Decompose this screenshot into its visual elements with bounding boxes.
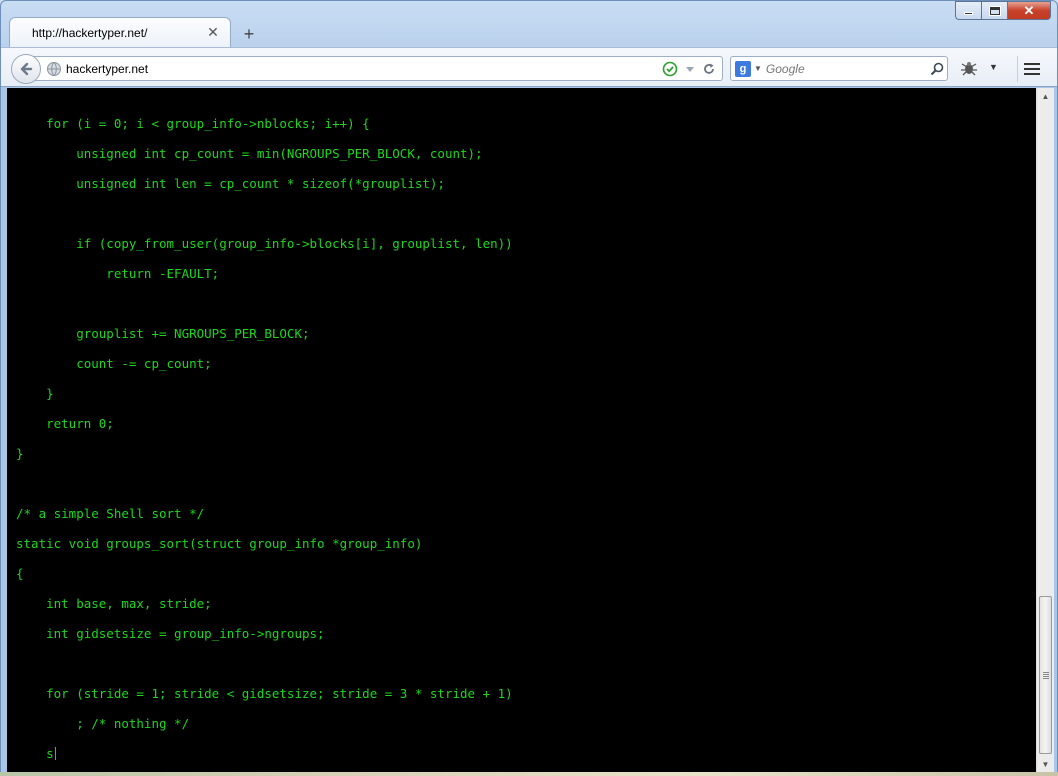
maximize-button[interactable] <box>981 1 1007 20</box>
addon-bug-icon[interactable] <box>959 60 979 76</box>
url-text: hackertyper.net <box>66 61 149 76</box>
hamburger-menu-button[interactable] <box>1017 56 1045 82</box>
code-line: /* a simple Shell sort */ <box>16 501 1036 531</box>
google-icon[interactable]: g <box>735 60 751 77</box>
code-line: } <box>16 441 1036 471</box>
code-text: } <box>16 386 54 401</box>
browser-window: ✕ http://hackertyper.net/ ✕ + hackertype… <box>0 0 1058 776</box>
code-output: for (i = 0; i < group_info->nblocks; i++… <box>7 88 1036 771</box>
code-line: for (stride = 1; stride < gidsetsize; st… <box>16 681 1036 711</box>
grip-icon <box>1042 671 1049 679</box>
tab-close-icon[interactable]: ✕ <box>206 24 220 41</box>
code-text: int base, max, stride; <box>16 596 212 611</box>
text-cursor <box>54 747 56 760</box>
code-line: ; /* nothing */ <box>16 711 1036 741</box>
code-text: return -EFAULT; <box>16 266 220 281</box>
search-bar[interactable]: g ▼ Google <box>730 56 948 81</box>
code-line: if (copy_from_user(group_info->blocks[i]… <box>16 231 1036 261</box>
code-text: } <box>16 446 24 461</box>
magnifier-icon <box>930 62 944 75</box>
menu-bar-icon <box>1023 68 1040 70</box>
search-button[interactable] <box>927 62 947 76</box>
code-line: grouplist += NGROUPS_PER_BLOCK; <box>16 321 1036 351</box>
code-text: count -= cp_count; <box>16 356 212 371</box>
scroll-down-arrow-icon[interactable]: ▼ <box>1037 756 1054 773</box>
globe-icon <box>47 61 61 76</box>
code-text: ; /* nothing */ <box>16 716 190 731</box>
checkmark-icon[interactable] <box>662 61 678 77</box>
desktop-background <box>0 772 1058 776</box>
url-dropdown-icon[interactable] <box>684 63 696 75</box>
close-icon: ✕ <box>1023 2 1035 18</box>
code-text: { <box>16 566 24 581</box>
code-text: static void groups_sort(struct group_inf… <box>16 536 423 551</box>
url-bar[interactable]: hackertyper.net <box>33 56 723 81</box>
code-text: for (stride = 1; stride < gidsetsize; st… <box>16 686 513 701</box>
tab-title: http://hackertyper.net/ <box>32 25 148 40</box>
code-line: count -= cp_count; <box>16 351 1036 381</box>
code-line: { <box>16 561 1036 591</box>
search-input[interactable]: Google <box>766 62 927 76</box>
maximize-icon <box>989 6 1000 15</box>
reload-icon[interactable] <box>702 62 716 76</box>
back-button[interactable] <box>11 54 41 84</box>
tab-hackertyper[interactable]: http://hackertyper.net/ ✕ <box>9 17 231 47</box>
code-text: s <box>16 746 54 761</box>
code-line: unsigned int len = cp_count * sizeof(*gr… <box>16 171 1036 201</box>
code-text: return 0; <box>16 416 114 431</box>
code-line: int gidsetsize = group_info->ngroups; <box>16 621 1036 651</box>
window-controls: ✕ <box>955 1 1051 20</box>
code-line: int base, max, stride; <box>16 591 1036 621</box>
menu-bar-icon <box>1023 63 1040 65</box>
code-text: unsigned int cp_count = min(NGROUPS_PER_… <box>16 146 483 161</box>
navigation-toolbar: hackertyper.net g ▼ Google ▼ <box>1 47 1057 87</box>
code-text: grouplist += NGROUPS_PER_BLOCK; <box>16 326 310 341</box>
addon-dropdown-icon[interactable]: ▼ <box>989 62 998 72</box>
code-line: return -EFAULT; <box>16 261 1036 291</box>
scroll-up-arrow-icon[interactable]: ▲ <box>1037 88 1054 105</box>
vertical-scrollbar[interactable]: ▲ ▼ <box>1036 88 1054 773</box>
page-content[interactable]: for (i = 0; i < group_info->nblocks; i++… <box>7 88 1036 773</box>
code-line: static void groups_sort(struct group_inf… <box>16 531 1036 561</box>
code-line: } <box>16 381 1036 411</box>
tab-strip: http://hackertyper.net/ ✕ + <box>9 17 263 47</box>
close-window-button[interactable]: ✕ <box>1007 1 1051 20</box>
code-line: for (i = 0; i < group_info->nblocks; i++… <box>16 111 1036 141</box>
scrollbar-thumb[interactable] <box>1039 596 1052 754</box>
code-line: unsigned int cp_count = min(NGROUPS_PER_… <box>16 141 1036 171</box>
code-text: /* a simple Shell sort */ <box>16 506 205 521</box>
code-text: for (i = 0; i < group_info->nblocks; i++… <box>16 116 370 131</box>
code-line: s <box>16 741 1036 771</box>
code-text: if (copy_from_user(group_info->blocks[i]… <box>16 236 513 251</box>
menu-bar-icon <box>1023 73 1040 75</box>
back-arrow-icon <box>20 62 33 76</box>
minimize-icon <box>964 12 973 15</box>
minimize-button[interactable] <box>955 1 981 20</box>
new-tab-button[interactable]: + <box>235 21 263 47</box>
code-line: return 0; <box>16 411 1036 441</box>
code-text: unsigned int len = cp_count * sizeof(*gr… <box>16 176 445 191</box>
search-engine-dropdown-icon[interactable]: ▼ <box>754 64 762 73</box>
code-text: int gidsetsize = group_info->ngroups; <box>16 626 325 641</box>
